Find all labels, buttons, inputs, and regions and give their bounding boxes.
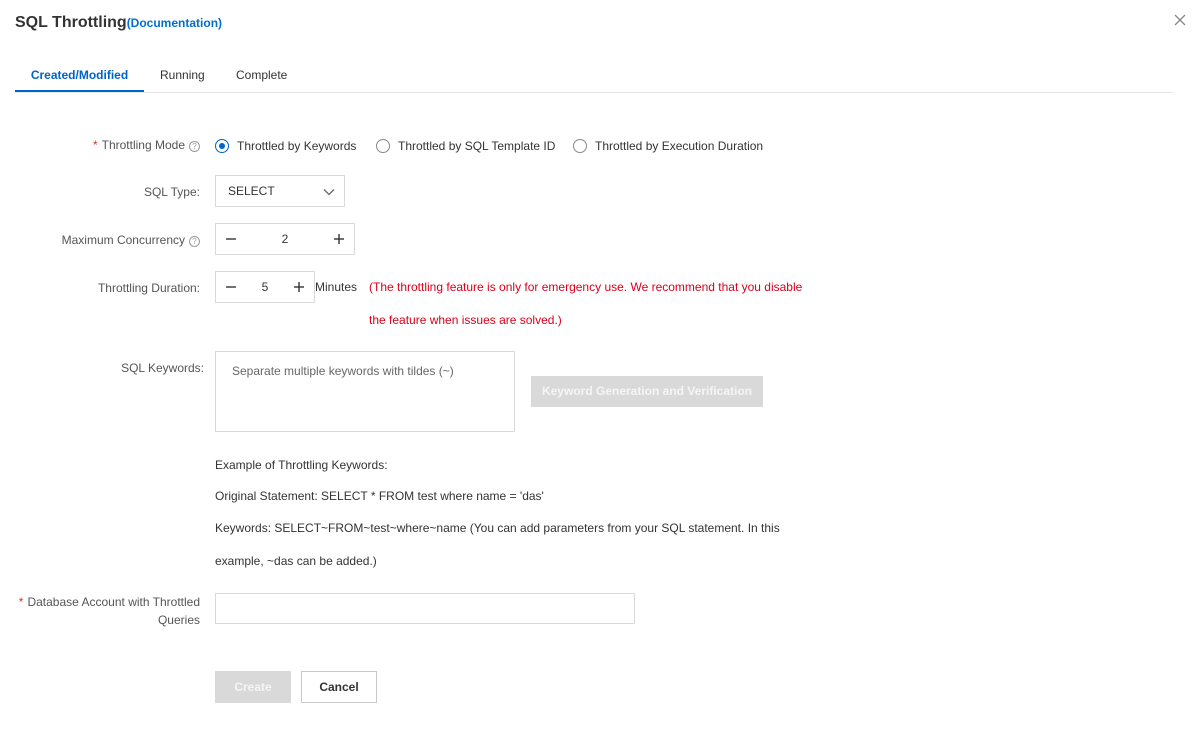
decrement-button[interactable] — [216, 272, 246, 302]
db-account-label-line1: Database Account with Throttled — [27, 595, 200, 609]
radio-label: Throttled by Keywords — [237, 139, 357, 153]
sql-keywords-label: SQL Keywords: — [121, 361, 204, 375]
db-account-label: * Database Account with Throttled Queries — [10, 593, 200, 629]
close-icon[interactable] — [1172, 12, 1188, 28]
minus-icon — [226, 286, 236, 288]
decrement-button[interactable] — [216, 224, 246, 254]
radio-throttled-by-keywords[interactable]: Throttled by Keywords — [215, 138, 356, 154]
increment-button[interactable] — [324, 224, 354, 254]
max-concurrency-stepper: 2 — [215, 223, 355, 255]
throttling-mode-label: * Throttling Mode? — [10, 136, 200, 154]
throttling-mode-label-text: Throttling Mode — [101, 138, 185, 152]
max-concurrency-label: Maximum Concurrency? — [10, 231, 200, 249]
tab-running[interactable]: Running — [160, 58, 205, 92]
cancel-button[interactable]: Cancel — [301, 671, 377, 703]
radio-label: Throttled by SQL Template ID — [398, 139, 556, 153]
chevron-down-icon — [323, 189, 335, 196]
keyword-generation-button[interactable]: Keyword Generation and Verification — [531, 376, 763, 407]
duration-unit: Minutes — [315, 280, 358, 294]
radio-checked-icon — [215, 139, 229, 153]
increment-button[interactable] — [284, 272, 314, 302]
create-button[interactable]: Create — [215, 671, 291, 703]
example-original-statement: Original Statement: SELECT * FROM test w… — [215, 489, 544, 503]
example-keywords-line1: Keywords: SELECT~FROM~test~where~name (Y… — [215, 521, 780, 535]
emergency-warning-line1: (The throttling feature is only for emer… — [369, 280, 803, 294]
sql-type-label: SQL Type: — [143, 185, 200, 199]
question-circle-icon[interactable]: ? — [189, 141, 200, 152]
throttling-duration-value[interactable]: 5 — [246, 272, 284, 302]
sql-type-select[interactable]: SELECT — [215, 175, 345, 207]
tab-created-modified[interactable]: Created/Modified — [15, 58, 144, 92]
radio-unchecked-icon — [376, 139, 390, 153]
required-marker: * — [18, 595, 24, 609]
page-title: SQL Throttling(Documentation) — [15, 14, 222, 32]
radio-throttled-by-execution-duration[interactable]: Throttled by Execution Duration — [573, 138, 763, 154]
radio-throttled-by-template-id[interactable]: Throttled by SQL Template ID — [376, 138, 555, 154]
sql-type-value: SELECT — [228, 184, 275, 198]
radio-unchecked-icon — [573, 139, 587, 153]
plus-icon — [294, 282, 304, 292]
db-account-label-line2: Queries — [157, 613, 200, 627]
tab-bar: Created/Modified Running Complete — [15, 58, 1173, 93]
documentation-link[interactable]: (Documentation) — [127, 16, 222, 30]
title-text: SQL Throttling — [15, 14, 127, 31]
required-marker: * — [92, 138, 98, 152]
example-keywords-line2: example, ~das can be added.) — [215, 554, 377, 568]
question-circle-icon[interactable]: ? — [189, 236, 200, 247]
sql-keywords-textarea[interactable] — [215, 351, 515, 432]
max-concurrency-label-text: Maximum Concurrency — [61, 233, 185, 247]
radio-label: Throttled by Execution Duration — [595, 139, 764, 153]
example-heading: Example of Throttling Keywords: — [215, 458, 388, 472]
throttling-duration-label: Throttling Duration: — [97, 281, 200, 295]
emergency-warning-line2: the feature when issues are solved.) — [369, 313, 562, 327]
throttling-duration-stepper: 5 — [215, 271, 315, 303]
db-account-input[interactable] — [215, 593, 635, 624]
max-concurrency-value[interactable]: 2 — [246, 224, 324, 254]
minus-icon — [226, 238, 236, 240]
tab-complete[interactable]: Complete — [236, 58, 287, 92]
plus-icon — [334, 234, 344, 244]
